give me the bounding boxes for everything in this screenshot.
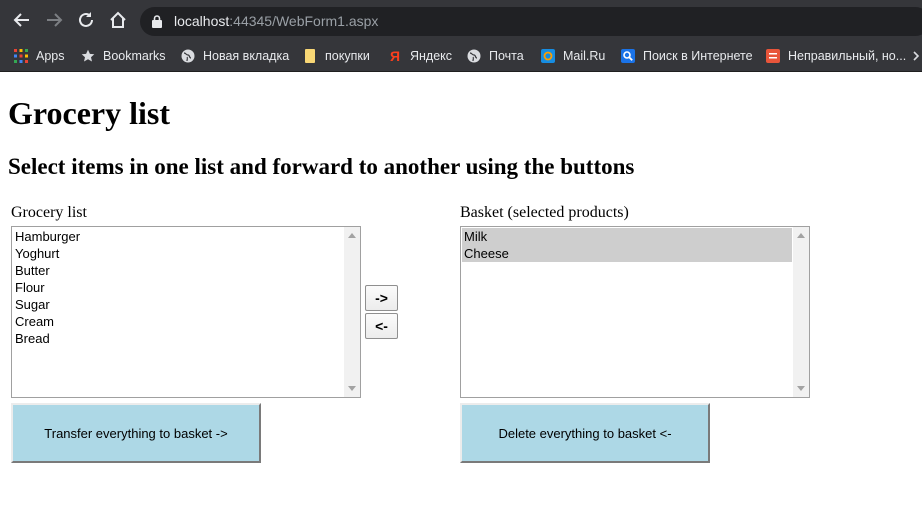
- move-to-grocery-button[interactable]: <-: [365, 313, 398, 339]
- star-icon: [81, 49, 95, 63]
- grocery-list-label: Grocery list: [11, 204, 87, 221]
- scroll-down-arrow-icon[interactable]: [348, 386, 356, 391]
- bookmark-lifehacker[interactable]: Неправильный, но...: [766, 47, 906, 65]
- bookmarks-overflow-icon[interactable]: [910, 47, 922, 65]
- url-host: localhost: [174, 13, 230, 29]
- grocery-item[interactable]: Butter: [13, 262, 343, 279]
- reload-icon[interactable]: [75, 9, 97, 31]
- browser-toolbar: localhost:44345/WebForm1.aspx: [0, 0, 922, 40]
- bookmark-yandex[interactable]: Я Яндекс: [388, 47, 452, 65]
- move-to-basket-button[interactable]: ->: [365, 285, 398, 311]
- grocery-item[interactable]: Hamburger: [13, 228, 343, 245]
- grocery-item[interactable]: Flour: [13, 279, 343, 296]
- globe-icon: [467, 49, 481, 63]
- basket-item[interactable]: Cheese: [462, 245, 792, 262]
- grocery-listbox[interactable]: Hamburger Yoghurt Butter Flour Sugar Cre…: [11, 226, 361, 398]
- bookmark-label: Поиск в Интернете: [643, 49, 753, 63]
- basket-list-label: Basket (selected products): [460, 204, 629, 221]
- forward-arrow-icon[interactable]: [43, 9, 65, 31]
- scroll-up-arrow-icon[interactable]: [348, 233, 356, 238]
- bookmark-apps[interactable]: Apps: [14, 47, 65, 65]
- address-bar[interactable]: localhost:44345/WebForm1.aspx: [140, 7, 922, 36]
- bookmark-new-tab[interactable]: Новая вкладка: [181, 47, 289, 65]
- address-url: localhost:44345/WebForm1.aspx: [174, 13, 378, 29]
- bookmark-label: Новая вкладка: [203, 49, 290, 63]
- grocery-scrollbar[interactable]: [344, 227, 360, 397]
- bookmark-label: Mail.Ru: [563, 49, 606, 63]
- bookmark-bookmarks[interactable]: Bookmarks: [81, 47, 166, 65]
- bookmark-purchases[interactable]: покупки: [303, 47, 370, 65]
- chevron-right-icon: [910, 49, 922, 63]
- url-path: :44345/WebForm1.aspx: [229, 13, 379, 29]
- scroll-up-arrow-icon[interactable]: [797, 233, 805, 238]
- delete-all-button[interactable]: Delete everything to basket <-: [460, 403, 710, 463]
- grocery-item[interactable]: Sugar: [13, 296, 343, 313]
- bookmark-label: Почта: [489, 49, 524, 63]
- yandex-icon: Я: [389, 48, 401, 64]
- page-subtitle: Select items in one list and forward to …: [8, 154, 635, 179]
- home-icon[interactable]: [107, 9, 129, 31]
- bookmark-label: Bookmarks: [103, 49, 166, 63]
- bookmark-label: Неправильный, но...: [788, 49, 907, 63]
- basket-listbox[interactable]: Milk Cheese: [460, 226, 810, 398]
- page-title: Grocery list: [8, 95, 171, 131]
- basket-item[interactable]: Milk: [462, 228, 792, 245]
- lifehacker-icon: [766, 49, 780, 63]
- apps-grid-icon: [14, 49, 28, 63]
- bookmark-label: покупки: [325, 49, 370, 63]
- transfer-all-button[interactable]: Transfer everything to basket ->: [11, 403, 261, 463]
- scroll-down-arrow-icon[interactable]: [797, 386, 805, 391]
- bookmark-label: Яндекс: [410, 49, 453, 63]
- bookmarks-bar: Apps Bookmarks Новая вкладка покупки Я Я…: [0, 40, 922, 72]
- basket-scrollbar[interactable]: [793, 227, 809, 397]
- folder-icon: [303, 49, 317, 63]
- lock-icon: [152, 15, 162, 33]
- grocery-item[interactable]: Yoghurt: [13, 245, 343, 262]
- back-arrow-icon[interactable]: [11, 9, 33, 31]
- search-icon: [621, 49, 635, 63]
- bookmark-mailru[interactable]: Mail.Ru: [541, 47, 605, 65]
- bookmark-internet-search[interactable]: Поиск в Интернете: [621, 47, 753, 65]
- bookmark-mail[interactable]: Почта: [467, 47, 524, 65]
- bookmark-label: Apps: [36, 49, 65, 63]
- grocery-item[interactable]: Cream: [13, 313, 343, 330]
- mailru-icon: [541, 49, 555, 63]
- globe-icon: [181, 49, 195, 63]
- grocery-item[interactable]: Bread: [13, 330, 343, 347]
